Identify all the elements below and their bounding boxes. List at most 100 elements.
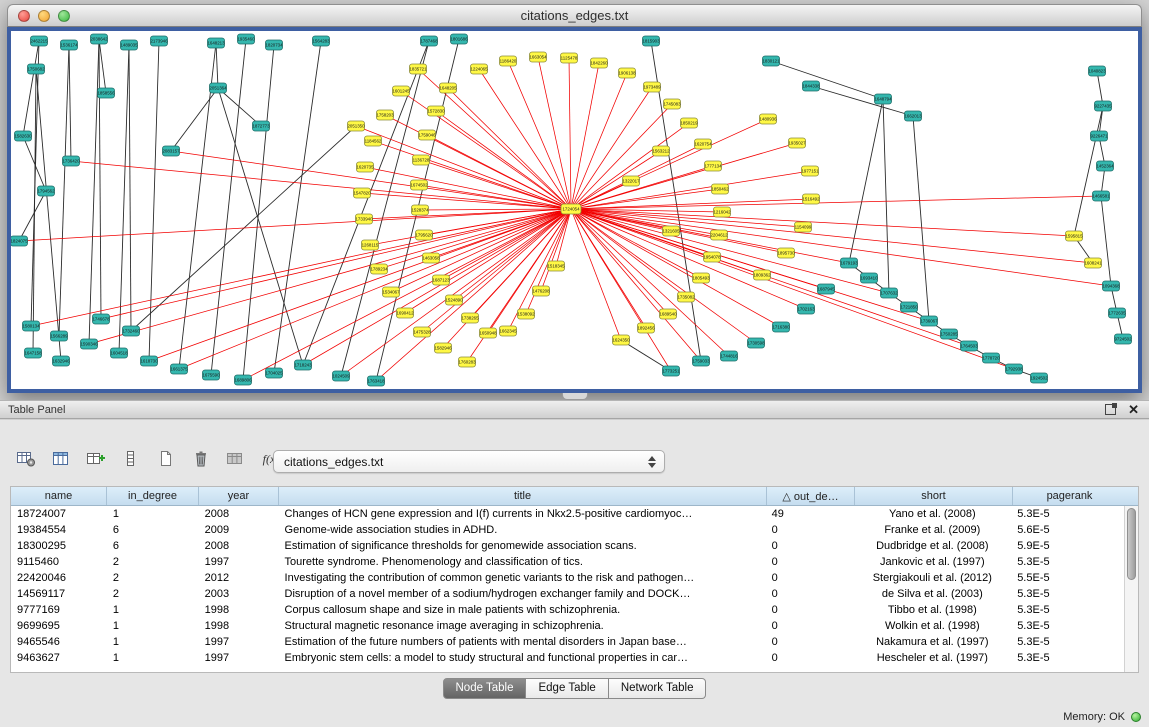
- graph-node[interactable]: 1809362: [753, 270, 771, 280]
- graph-node[interactable]: 1892456: [637, 323, 655, 333]
- graph-node[interactable]: 1858556: [97, 88, 115, 98]
- graph-node[interactable]: 1624350: [612, 335, 630, 345]
- graph-node[interactable]: 1689806: [234, 375, 252, 385]
- graph-node[interactable]: 1794562: [37, 186, 55, 196]
- graph-node[interactable]: 1792938: [1005, 364, 1023, 374]
- graph-node[interactable]: 1648205: [439, 83, 457, 93]
- graph-node[interactable]: 1322017: [622, 176, 640, 186]
- graph-node[interactable]: 1566289: [50, 331, 68, 341]
- graph-node[interactable]: 1777134: [704, 161, 722, 171]
- graph-node[interactable]: 1735082: [677, 292, 695, 302]
- graph-node[interactable]: 1759033: [692, 356, 710, 366]
- graph-node[interactable]: 1608241: [1084, 258, 1102, 268]
- graph-node[interactable]: 1850219: [680, 118, 698, 128]
- graph-node[interactable]: 1463058: [422, 253, 440, 263]
- graph-node[interactable]: 1693410: [860, 273, 878, 283]
- graph-node[interactable]: 1524890: [445, 295, 463, 305]
- new-table-icon[interactable]: [152, 445, 180, 473]
- graph-node[interactable]: 1154099: [795, 222, 812, 232]
- import-table-icon[interactable]: [222, 445, 250, 473]
- show-columns-icon[interactable]: [47, 445, 75, 473]
- table-row[interactable]: 946554611997Estimation of the future num…: [11, 634, 1124, 650]
- graph-node[interactable]: 1736067: [920, 316, 938, 326]
- float-panel-icon[interactable]: [1105, 404, 1116, 415]
- graph-node[interactable]: 1759046: [418, 130, 436, 140]
- graph-node[interactable]: 1572830: [427, 106, 445, 116]
- graph-node[interactable]: 1480936: [759, 114, 777, 124]
- graph-node[interactable]: 1547820: [353, 188, 371, 198]
- graph-node[interactable]: 1844338: [802, 81, 820, 91]
- table-row[interactable]: 969969511998Structural magnetic resonanc…: [11, 618, 1124, 634]
- graph-node[interactable]: 1895730: [777, 248, 795, 258]
- column-header-short[interactable]: short: [855, 487, 1013, 505]
- graph-node[interactable]: 1136728: [413, 155, 430, 165]
- graph-node[interactable]: 1675590: [202, 370, 220, 380]
- graph-node[interactable]: 1724054: [561, 204, 581, 214]
- graph-node[interactable]: 1582946: [434, 343, 452, 353]
- graph-node[interactable]: 1632946: [52, 356, 70, 366]
- graph-node[interactable]: 1538092: [517, 309, 535, 319]
- graph-node[interactable]: 1321605: [662, 226, 680, 236]
- graph-node[interactable]: 1689540: [659, 309, 677, 319]
- graph-node[interactable]: 1595815: [1065, 231, 1083, 241]
- graph-node[interactable]: 9227435: [1094, 101, 1112, 111]
- graph-node[interactable]: 1830121: [762, 56, 780, 66]
- graph-node[interactable]: 1733940: [355, 214, 373, 224]
- graph-node[interactable]: 1736420: [62, 156, 80, 166]
- graph-node[interactable]: 1186420: [500, 56, 517, 66]
- graph-node[interactable]: 1518345: [547, 261, 565, 271]
- graph-node[interactable]: 1805493: [692, 273, 710, 283]
- table-selector-dropdown[interactable]: citations_edges.txt: [273, 450, 665, 473]
- graph-node[interactable]: 1536174: [60, 40, 78, 50]
- window-resize-handle[interactable]: [562, 393, 588, 400]
- network-canvas[interactable]: 1724054183572116012451758203118456216207…: [11, 31, 1138, 389]
- graph-node[interactable]: 1224065: [470, 64, 488, 74]
- graph-node[interactable]: 1216042: [713, 207, 731, 217]
- column-header-year[interactable]: year: [199, 487, 279, 505]
- tab-network-table[interactable]: Network Table: [609, 678, 707, 699]
- table-row[interactable]: 946362711997Embryonic stem cells: a mode…: [11, 650, 1124, 666]
- new-column-icon[interactable]: [82, 445, 110, 473]
- graph-node[interactable]: 1787468: [420, 36, 438, 46]
- graph-node[interactable]: 1815903: [642, 36, 660, 46]
- graph-node[interactable]: 1730598: [747, 338, 765, 348]
- graph-node[interactable]: 1973489: [643, 82, 661, 92]
- graph-node[interactable]: 1040823: [1088, 66, 1106, 76]
- graph-node[interactable]: 1663054: [529, 52, 547, 62]
- graph-node[interactable]: 1760283: [458, 357, 476, 367]
- graph-node[interactable]: 1674502: [410, 180, 428, 190]
- delete-table-icon[interactable]: [187, 445, 215, 473]
- column-header-title[interactable]: title: [279, 487, 767, 505]
- graph-node[interactable]: 1661375: [170, 364, 188, 374]
- graph-node[interactable]: 2173946: [150, 36, 168, 46]
- graph-node[interactable]: 1750285: [940, 329, 958, 339]
- graph-node[interactable]: 1563212: [652, 146, 670, 156]
- graph-node[interactable]: 1590346: [80, 339, 98, 349]
- citation-network-graph[interactable]: 1724054183572116012451758203118456216207…: [11, 31, 1138, 389]
- graph-node[interactable]: 1795620: [415, 230, 433, 240]
- graph-node[interactable]: 1906138: [618, 68, 636, 78]
- graph-node[interactable]: 1716380: [772, 322, 790, 332]
- graph-node[interactable]: 1024509: [332, 371, 350, 381]
- graph-node[interactable]: 1528374: [411, 205, 429, 215]
- graph-node[interactable]: 1842260: [590, 58, 608, 68]
- graph-node[interactable]: 1489035: [120, 40, 138, 50]
- graph-node[interactable]: 1580134: [22, 321, 40, 331]
- table-row[interactable]: 1456911722003Disruption of a novel membe…: [11, 586, 1124, 602]
- graph-node[interactable]: 1738265: [461, 313, 479, 323]
- graph-node[interactable]: 9226471: [1090, 131, 1108, 141]
- graph-node[interactable]: 1872773: [252, 121, 270, 131]
- close-panel-icon[interactable]: ✕: [1128, 404, 1139, 415]
- graph-node[interactable]: 1744816: [720, 351, 738, 361]
- column-header-name[interactable]: name: [11, 487, 107, 505]
- graph-node[interactable]: 1650948: [479, 328, 497, 338]
- table-row[interactable]: 1938455462009Genome-wide association stu…: [11, 522, 1124, 538]
- tab-edge-table[interactable]: Edge Table: [526, 678, 608, 699]
- graph-node[interactable]: 1534067: [382, 287, 400, 297]
- graph-node[interactable]: 1707632: [880, 288, 898, 298]
- graph-node[interactable]: 1704025: [265, 368, 283, 378]
- graph-node[interactable]: 1773251: [662, 366, 680, 376]
- graph-node[interactable]: 1718243: [294, 360, 312, 370]
- scrollbar-thumb[interactable]: [1127, 508, 1136, 580]
- table-row[interactable]: 2242004622012Investigating the contribut…: [11, 570, 1124, 586]
